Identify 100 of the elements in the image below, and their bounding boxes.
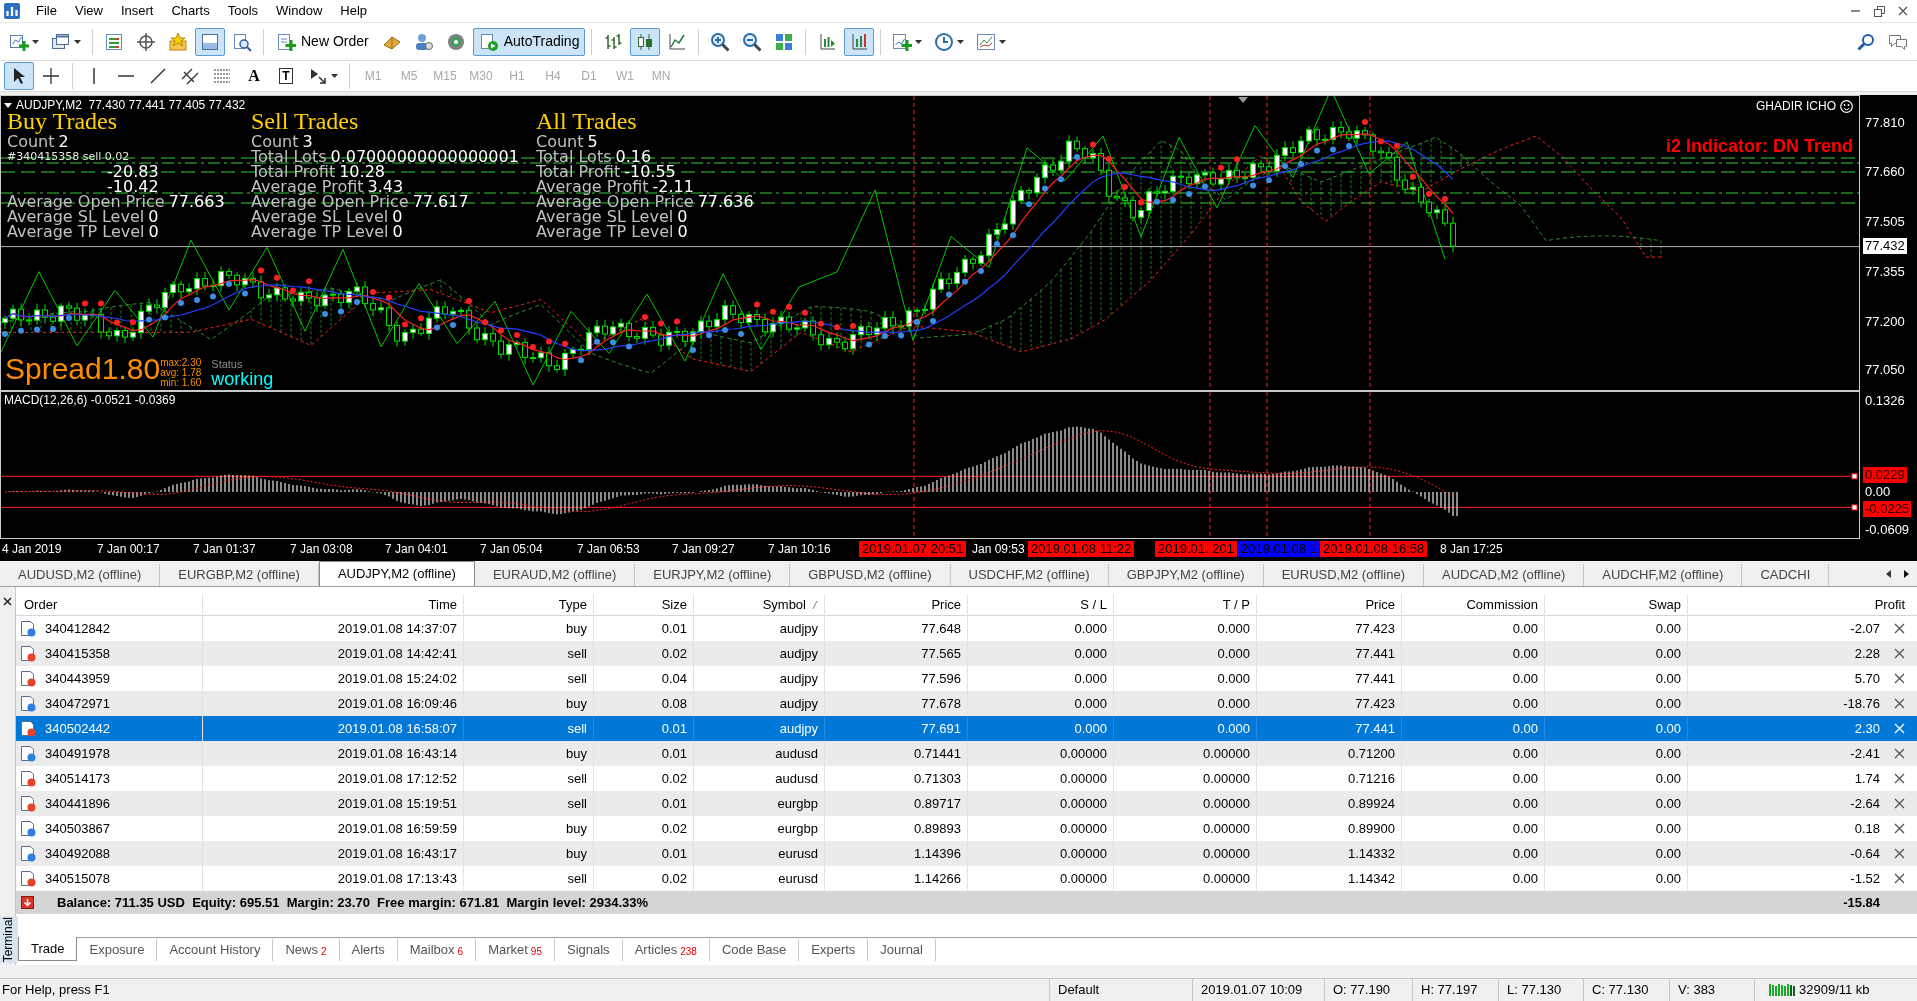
table-cell-text: 0.00 xyxy=(1655,795,1681,813)
macd-axis-label: -0.0609 xyxy=(1864,522,1911,538)
table-cell-text: 0.00 xyxy=(1655,845,1681,863)
menu-item[interactable]: File xyxy=(27,0,66,22)
candlestick-button[interactable] xyxy=(630,27,661,56)
chart-tab[interactable]: AUDCHF,M2 (offline) xyxy=(1584,564,1743,586)
table-cell-text: 0.00 xyxy=(1655,645,1681,663)
table-cell-text: 0.01 xyxy=(661,720,687,738)
caret-icon xyxy=(957,39,965,44)
menu-item[interactable]: Help xyxy=(331,0,377,22)
document-badge-icon xyxy=(20,795,36,812)
table-cell-text: sell xyxy=(567,870,587,888)
column-header[interactable]: Profit xyxy=(1688,594,1917,616)
auto-scroll-button[interactable] xyxy=(844,27,875,56)
table-cell-text: 5.70 xyxy=(1854,670,1880,688)
close-icon[interactable] xyxy=(1894,798,1905,809)
menu-item[interactable]: Insert xyxy=(111,0,163,22)
chart-tab[interactable]: AUDJPY,M2 (offline) xyxy=(318,561,475,586)
chart-tab[interactable]: AUDCAD,M2 (offline) xyxy=(1424,564,1585,586)
table-cell-text: audjpy xyxy=(779,720,818,738)
table-cell-text: 2019.01.08 15:24:02 xyxy=(337,670,457,688)
chart-tab[interactable]: EURAUD,M2 (offline) xyxy=(474,564,636,586)
chart-tab[interactable]: GBPJPY,M2 (offline) xyxy=(1108,564,1264,586)
menu-item[interactable]: View xyxy=(65,0,112,22)
terminal-tab[interactable]: Exposure xyxy=(77,939,158,961)
table-cell-text: 0.00 xyxy=(1512,795,1538,813)
close-icon[interactable] xyxy=(1894,673,1905,684)
table-cell-text: eurusd xyxy=(778,870,818,888)
table-cell-text: buy xyxy=(566,820,587,838)
table-row[interactable]: 340491978 2019.01.08 16:43:14 buy 0.01 audusd 0.71441 0.00000 0.00000 0.71200 0.00 0.00 -2.41 xyxy=(16,741,1917,766)
table-cell-text: -18.76 xyxy=(1843,695,1880,713)
close-terminal-button[interactable] xyxy=(1,595,14,607)
terminal-tab[interactable]: Trade xyxy=(18,937,78,961)
table-row[interactable]: 340415358 2019.01.08 14:42:41 sell 0.02 audjpy 77.565 0.000 0.000 77.441 0.00 0.00 2.28 xyxy=(16,641,1917,666)
table-cell-text: audusd xyxy=(775,745,818,763)
table-cell-text: 0.71441 xyxy=(914,745,961,763)
document-play-icon xyxy=(478,31,499,52)
table-cell-text: 0.00 xyxy=(1655,720,1681,738)
menu-item[interactable]: Window xyxy=(267,0,332,22)
auto-trading-button[interactable]: AutoTrading xyxy=(472,27,586,56)
terminal-tab[interactable]: Articles 238 xyxy=(622,939,710,961)
table-cell-text: 0.08 xyxy=(661,695,687,713)
table-cell-text: audusd xyxy=(775,770,818,788)
table-row[interactable]: 340472971 2019.01.08 16:09:46 buy 0.08 audjpy 77.678 0.000 0.000 77.423 0.00 0.00 -18.76 xyxy=(16,691,1917,716)
close-icon[interactable] xyxy=(1894,773,1905,784)
close-icon[interactable] xyxy=(1894,823,1905,834)
table-cell-text: 340515078 xyxy=(45,870,111,888)
new-order-button[interactable]: New Order xyxy=(270,27,375,56)
terminal-tab[interactable]: Code Base xyxy=(709,939,800,961)
table-cell-text: 0.00000 xyxy=(1060,870,1107,888)
close-icon[interactable] xyxy=(1894,848,1905,859)
chart-tab[interactable]: EURJPY,M2 (offline) xyxy=(635,564,791,586)
table-cell-text: 2019.01.08 15:19:51 xyxy=(337,795,457,813)
terminal-button[interactable] xyxy=(195,27,225,56)
document-badge-icon xyxy=(20,770,36,787)
table-row[interactable]: 340502442 2019.01.08 16:58:07 sell 0.01 audjpy 77.691 0.000 0.000 77.441 0.00 0.00 2.30 xyxy=(16,716,1917,741)
table-cell-text: 77.423 xyxy=(1355,695,1395,713)
caret-icon xyxy=(915,39,923,44)
terminal-tab[interactable]: Account History xyxy=(157,939,274,961)
table-cell-text: 2019.01.08 16:43:17 xyxy=(337,845,457,863)
text-label-button[interactable]: T xyxy=(271,62,301,90)
table-cell-text: 0.00000 xyxy=(1060,770,1107,788)
table-cell-text: 0.02 xyxy=(661,820,687,838)
time-label: 7 Jan 09:27 xyxy=(672,541,735,557)
table-row[interactable]: 340492088 2019.01.08 16:43:17 buy 0.01 eurusd 1.14396 0.00000 0.00000 1.14332 0.00 0.00 -0.64 xyxy=(16,841,1917,866)
text-button[interactable]: A xyxy=(239,62,269,90)
chart-tab[interactable]: GBPUSD,M2 (offline) xyxy=(790,564,951,586)
menu-item[interactable]: Charts xyxy=(162,0,219,22)
terminal-tab[interactable]: Signals xyxy=(555,939,623,961)
chart-tab[interactable]: CADCHI xyxy=(1742,564,1830,586)
terminal-tab[interactable]: Market 95 xyxy=(476,939,555,961)
table-row[interactable]: 340441896 2019.01.08 15:19:51 sell 0.01 eurgbp 0.89717 0.00000 0.00000 0.89924 0.00 0.00 -2.64 xyxy=(16,791,1917,816)
zoom-in-icon xyxy=(710,31,731,52)
chart-tab[interactable]: USDCHF,M2 (offline) xyxy=(950,564,1109,586)
people-icon xyxy=(413,31,434,52)
terminal-tab[interactable]: Mailbox 6 xyxy=(397,939,477,961)
table-cell-text: 0.00 xyxy=(1655,695,1681,713)
close-icon[interactable] xyxy=(1894,873,1905,884)
close-icon[interactable] xyxy=(1894,698,1905,709)
table-cell-text: eurusd xyxy=(778,845,818,863)
chart-tab[interactable]: AUDUSD,M2 (offline) xyxy=(0,564,161,586)
table-cell-text: eurgbp xyxy=(777,795,818,813)
macd-axis-label: 0.00 xyxy=(1864,484,1892,500)
chart-tab[interactable]: EURGBP,M2 (offline) xyxy=(160,564,319,586)
terminal-tab[interactable]: Experts xyxy=(799,939,869,961)
table-cell-text: 2019.01.08 17:13:43 xyxy=(337,870,457,888)
close-icon[interactable] xyxy=(1894,748,1905,759)
close-icon[interactable] xyxy=(1894,648,1905,659)
chart-tab[interactable]: EURUSD,M2 (offline) xyxy=(1263,564,1424,586)
close-icon[interactable] xyxy=(1894,623,1905,634)
menu-item[interactable]: Tools xyxy=(218,0,268,22)
cursor-button[interactable] xyxy=(4,62,34,90)
status-text: 32909/11 kb xyxy=(1799,981,1870,1000)
terminal-tab[interactable]: Alerts xyxy=(339,939,398,961)
restore-icon xyxy=(1873,5,1885,17)
table-cell-text: 0.89924 xyxy=(1348,795,1395,813)
terminal-tab[interactable]: News 2 xyxy=(273,939,340,961)
terminal-tab[interactable]: Journal xyxy=(868,939,936,961)
arrow-marks-icon xyxy=(308,66,328,86)
time-label: 7 Jan 03:08 xyxy=(290,541,353,557)
